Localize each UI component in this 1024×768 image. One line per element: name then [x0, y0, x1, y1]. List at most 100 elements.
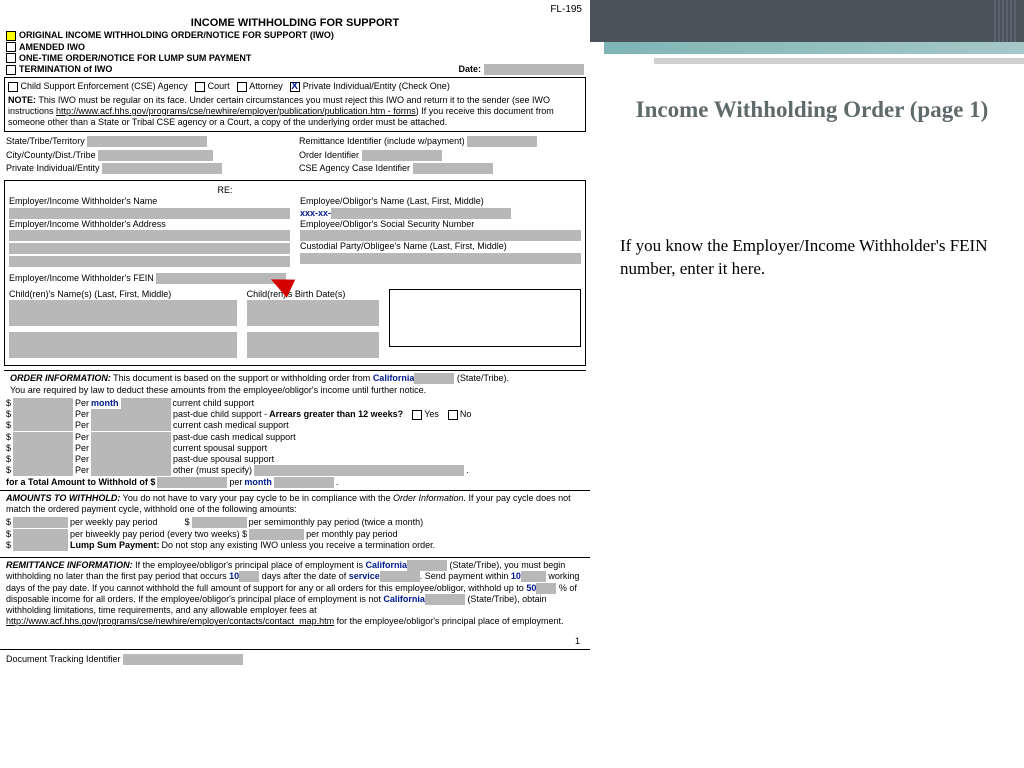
- per-1: Per: [75, 398, 89, 409]
- field-amt-5[interactable]: [13, 443, 73, 454]
- field-per-3[interactable]: [91, 420, 171, 431]
- remit-heading: REMITTANCE INFORMATION:: [6, 560, 133, 570]
- field-days1[interactable]: [239, 571, 259, 582]
- month-total: month: [244, 477, 272, 488]
- field-dti[interactable]: [123, 654, 243, 665]
- checkbox-court[interactable]: [195, 82, 205, 92]
- field-remit-state[interactable]: [407, 560, 447, 571]
- side-title: Income Withholding Order (page 1): [620, 96, 1004, 125]
- checkbox-yes[interactable]: [412, 410, 422, 420]
- field-remit-state2[interactable]: [425, 594, 465, 605]
- checkbox-termination[interactable]: [6, 65, 16, 75]
- field-service[interactable]: [380, 571, 420, 582]
- order-intro2: You are required by law to deduct these …: [10, 385, 580, 396]
- order-st: (State/Tribe).: [457, 373, 509, 383]
- field-child-dob-2[interactable]: [247, 332, 380, 358]
- field-amt-4[interactable]: [13, 432, 73, 443]
- label-amended: AMENDED IWO: [19, 42, 85, 53]
- accent-bar: [604, 42, 1024, 54]
- lbl-wk: per weekly pay period: [70, 517, 158, 528]
- field-other[interactable]: [254, 465, 464, 476]
- field-per-7[interactable]: [91, 465, 171, 476]
- field-amt-7[interactable]: [13, 465, 73, 476]
- field-amt-2[interactable]: [13, 409, 73, 420]
- field-cse-id[interactable]: [413, 163, 493, 174]
- lbl-emp-name: Employer/Income Withholder's Name: [9, 196, 290, 207]
- field-amt-1[interactable]: [13, 398, 73, 409]
- label-private: Private Individual/Entity (Check One): [303, 81, 450, 91]
- field-per-2[interactable]: [91, 409, 171, 420]
- item-other: other (must specify): [173, 465, 252, 476]
- field-remit[interactable]: [467, 136, 537, 147]
- label-attorney: Attorney: [249, 81, 283, 91]
- per-2: Per: [75, 409, 89, 420]
- lbl-order: Order Identifier: [299, 150, 359, 160]
- lbl-bw: per biweekly pay period (every two weeks…: [70, 529, 247, 540]
- field-child-dob-1[interactable]: [247, 300, 380, 326]
- per-7: Per: [75, 465, 89, 476]
- field-emp-addr-2[interactable]: [9, 243, 290, 254]
- field-emp-addr-3[interactable]: [9, 256, 290, 267]
- per-4: Per: [75, 432, 89, 443]
- field-emp-addr-1[interactable]: [9, 230, 290, 241]
- checkbox-no[interactable]: [448, 410, 458, 420]
- field-child-name-2[interactable]: [9, 332, 237, 358]
- field-wk[interactable]: [13, 517, 68, 528]
- item-pdcs: past-due child support -: [173, 409, 267, 420]
- field-total[interactable]: [157, 477, 227, 488]
- field-city[interactable]: [98, 150, 213, 161]
- label-cse: Child Support Enforcement (CSE) Agency: [21, 81, 188, 91]
- field-per-4[interactable]: [91, 432, 171, 443]
- label-court: Court: [208, 81, 230, 91]
- field-sm[interactable]: [192, 517, 247, 528]
- order-heading: ORDER INFORMATION:: [10, 373, 111, 383]
- field-bw[interactable]: [13, 529, 68, 540]
- field-priv[interactable]: [102, 163, 222, 174]
- lbl-cust-name: Custodial Party/Obligee's Name (Last, Fi…: [300, 241, 581, 252]
- per-total: per: [229, 477, 242, 488]
- field-per-total[interactable]: [274, 477, 334, 488]
- field-amt-6[interactable]: [13, 454, 73, 465]
- order-state: California: [373, 373, 415, 383]
- label-onetime: ONE-TIME ORDER/NOTICE FOR LUMP SUM PAYME…: [19, 53, 251, 64]
- dti-label: Document Tracking Identifier: [6, 654, 121, 664]
- field-lump[interactable]: [13, 540, 68, 551]
- field-amt-3[interactable]: [13, 420, 73, 431]
- amounts-heading: AMOUNTS TO WITHHOLD:: [6, 493, 120, 503]
- field-days2[interactable]: [521, 571, 546, 582]
- label-termination: TERMINATION of IWO: [19, 64, 112, 75]
- field-order-state[interactable]: [414, 373, 454, 384]
- field-mo[interactable]: [249, 529, 304, 540]
- field-order[interactable]: [362, 150, 442, 161]
- form-title: INCOME WITHHOLDING FOR SUPPORT: [0, 17, 590, 31]
- field-pct[interactable]: [536, 583, 556, 594]
- checkbox-onetime[interactable]: [6, 53, 16, 63]
- field-obl-ssn[interactable]: [300, 230, 581, 241]
- checkbox-attorney[interactable]: [237, 82, 247, 92]
- amounts-body: You do not have to vary your pay cycle t…: [120, 493, 393, 503]
- date-field[interactable]: [484, 64, 584, 75]
- item-css: current spousal support: [173, 443, 267, 454]
- lbl-child-name: Child(ren)'s Name(s) (Last, First, Middl…: [9, 289, 237, 300]
- checkbox-cse[interactable]: [8, 82, 18, 92]
- field-cust-name[interactable]: [300, 253, 581, 264]
- field-per-1[interactable]: [121, 398, 171, 409]
- parties-box: RE: Employer/Income Withholder's Name Em…: [4, 180, 586, 366]
- field-per-6[interactable]: [91, 454, 171, 465]
- field-emp-fein[interactable]: [156, 273, 286, 284]
- checkbox-amended[interactable]: [6, 42, 16, 52]
- field-state[interactable]: [87, 136, 207, 147]
- field-per-5[interactable]: [91, 443, 171, 454]
- remit-b8: for the employee/obligor's principal pla…: [334, 616, 563, 626]
- lbl-obl-name: Employee/Obligor's Name (Last, First, Mi…: [300, 196, 581, 207]
- checkbox-private[interactable]: [290, 82, 300, 92]
- field-child-name-1[interactable]: [9, 300, 237, 326]
- field-emp-name[interactable]: [9, 208, 290, 219]
- lbl-priv: Private Individual/Entity: [6, 163, 100, 173]
- field-obl-name[interactable]: [331, 208, 511, 219]
- total-lbl: for a Total Amount to Withhold of $: [6, 477, 155, 488]
- remit-state: California: [366, 560, 408, 570]
- checkbox-original[interactable]: [6, 31, 16, 41]
- lbl-child-dob: Child(ren)'s Birth Date(s): [247, 289, 380, 300]
- side-body: If you know the Employer/Income Withhold…: [620, 235, 1004, 281]
